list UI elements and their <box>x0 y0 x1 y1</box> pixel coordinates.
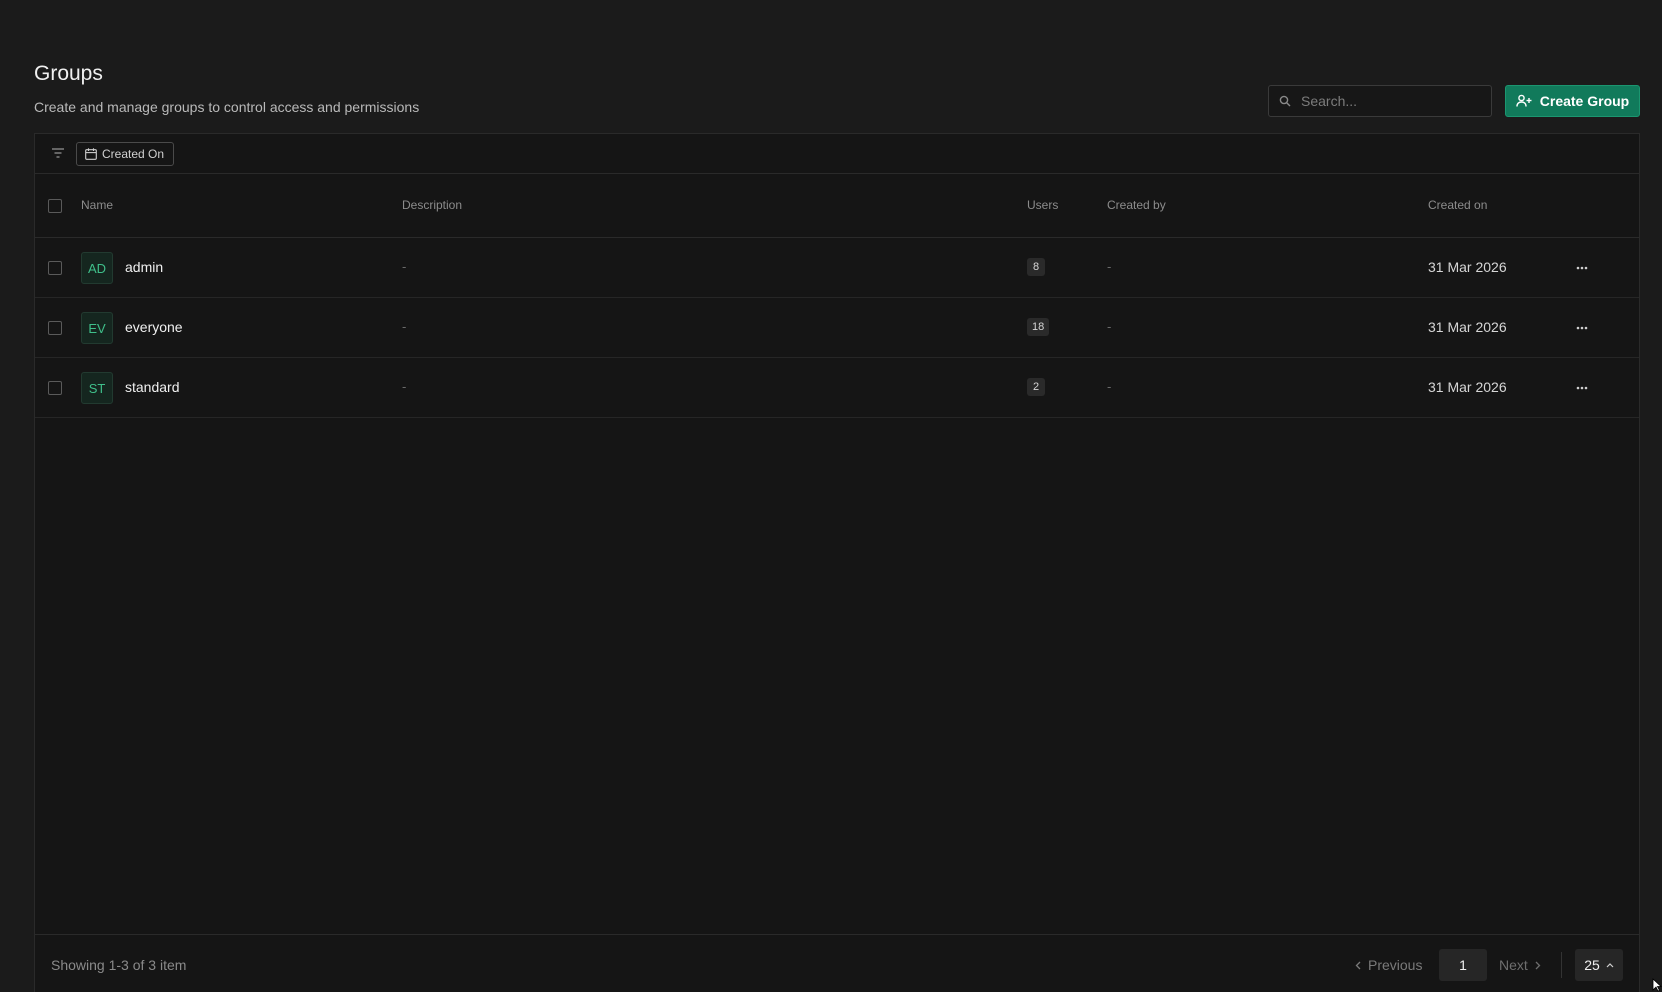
previous-label: Previous <box>1368 957 1423 973</box>
create-group-button[interactable]: Create Group <box>1505 85 1640 117</box>
calendar-icon <box>85 148 97 160</box>
group-avatar: ST <box>81 372 113 404</box>
group-avatar: EV <box>81 312 113 344</box>
more-icon[interactable] <box>1571 380 1593 396</box>
group-created-on: 31 Mar 2026 <box>1428 319 1507 335</box>
table-row[interactable]: ST standard - 2 - 31 Mar 2026 <box>35 358 1639 418</box>
row-checkbox[interactable] <box>48 321 62 335</box>
table-row[interactable]: EV everyone - 18 - 31 Mar 2026 <box>35 298 1639 358</box>
group-created-by: - <box>1107 259 1112 274</box>
column-header-created-on[interactable]: Created on <box>1428 198 1487 212</box>
pagination-summary: Showing 1-3 of 3 item <box>51 957 187 973</box>
add-users-icon <box>1516 94 1532 107</box>
row-checkbox[interactable] <box>48 381 62 395</box>
chevron-left-icon <box>1355 961 1361 969</box>
created-on-chip-label: Created On <box>102 147 165 161</box>
pagination-bar: Showing 1-3 of 3 item Previous 1 Next 25 <box>35 934 1639 992</box>
table-row[interactable]: AD admin - 8 - 31 Mar 2026 <box>35 238 1639 298</box>
next-page-button[interactable]: Next <box>1499 957 1541 973</box>
users-count-badge: 2 <box>1027 378 1045 396</box>
search-input[interactable] <box>1301 93 1481 109</box>
filter-icon[interactable] <box>52 148 64 158</box>
column-header-created-by[interactable]: Created by <box>1107 198 1166 212</box>
groups-page: Groups Create and manage groups to contr… <box>0 0 1662 992</box>
users-count-badge: 18 <box>1027 318 1050 336</box>
more-icon[interactable] <box>1571 320 1593 336</box>
next-label: Next <box>1499 957 1528 973</box>
group-created-on: 31 Mar 2026 <box>1428 259 1507 275</box>
pagination-divider <box>1561 952 1562 978</box>
select-all-checkbox[interactable] <box>48 199 62 213</box>
group-description: - <box>402 259 407 274</box>
search-box[interactable] <box>1268 85 1492 117</box>
column-header-users[interactable]: Users <box>1027 198 1058 212</box>
previous-page-button[interactable]: Previous <box>1355 957 1422 973</box>
chevron-right-icon <box>1535 961 1541 969</box>
group-avatar: AD <box>81 252 113 284</box>
table-header-row: Name Description Users Created by Create… <box>35 174 1639 238</box>
page-subtitle: Create and manage groups to control acce… <box>34 99 420 115</box>
column-header-name[interactable]: Name <box>81 198 113 212</box>
group-name[interactable]: admin <box>125 259 163 275</box>
created-on-filter-chip[interactable]: Created On <box>76 142 174 166</box>
page-size-select[interactable]: 25 <box>1575 949 1623 981</box>
column-header-description: Description <box>402 198 463 212</box>
more-icon[interactable] <box>1571 260 1593 276</box>
cursor-icon <box>1652 978 1662 992</box>
group-created-by: - <box>1107 379 1112 394</box>
page-title: Groups <box>34 62 103 85</box>
group-created-on: 31 Mar 2026 <box>1428 379 1507 395</box>
row-checkbox[interactable] <box>48 261 62 275</box>
chevron-up-icon <box>1606 962 1614 967</box>
group-description: - <box>402 379 407 394</box>
group-description: - <box>402 319 407 334</box>
users-count-badge: 8 <box>1027 258 1045 276</box>
groups-table: Created On Name Description Users Create… <box>34 133 1640 992</box>
page-number-button[interactable]: 1 <box>1439 949 1487 981</box>
create-group-label: Create Group <box>1539 93 1630 109</box>
group-created-by: - <box>1107 319 1112 334</box>
page-size-value: 25 <box>1584 957 1600 973</box>
group-name[interactable]: standard <box>125 379 179 395</box>
search-icon <box>1279 95 1291 107</box>
table-toolbar: Created On <box>35 134 1639 174</box>
group-name[interactable]: everyone <box>125 319 183 335</box>
